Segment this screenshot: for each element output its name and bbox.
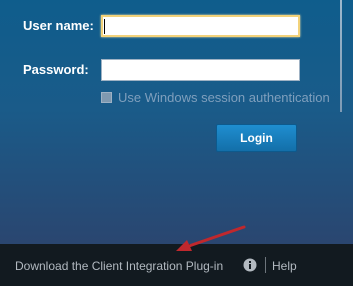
download-plugin-link[interactable]: Download the Client Integration Plug-in (15, 259, 223, 273)
password-input[interactable] (101, 59, 300, 81)
text-caret (104, 19, 105, 34)
windows-auth-checkbox[interactable] (101, 92, 112, 103)
red-arrow-icon (176, 225, 246, 251)
username-label: User name: (23, 18, 94, 33)
password-label: Password: (23, 62, 89, 77)
panel-edge-highlight (340, 0, 342, 112)
username-input[interactable] (101, 15, 300, 37)
help-link[interactable]: Help (272, 259, 297, 273)
info-icon[interactable] (243, 258, 257, 272)
windows-auth-option: Use Windows session authentication (101, 90, 330, 105)
footer-divider (265, 257, 266, 273)
login-screen: User name: Password: Use Windows session… (0, 0, 353, 286)
login-button[interactable]: Login (216, 124, 297, 152)
windows-auth-label: Use Windows session authentication (118, 90, 330, 105)
